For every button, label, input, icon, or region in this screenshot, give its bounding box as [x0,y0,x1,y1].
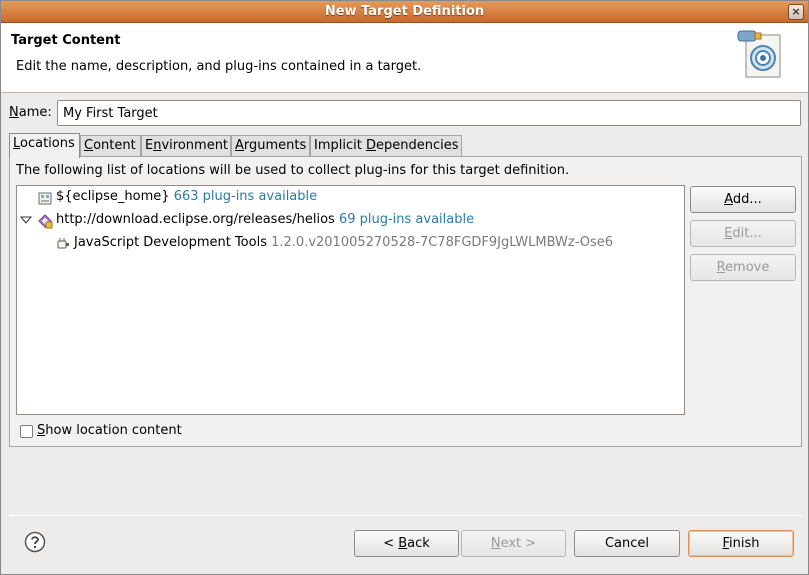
show-location-content-checkbox[interactable] [20,425,33,438]
tab-arguments[interactable]: Arguments [231,135,310,157]
page-description: Edit the name, description, and plug-ins… [16,59,422,74]
finish-button[interactable]: Finish [688,530,794,557]
feature-version: 1.2.0.v201005270528-7C78FGDF9JgLWLMBWz-O… [271,235,614,250]
close-icon[interactable]: × [788,4,804,20]
remove-button[interactable]: Remove [690,254,796,281]
tab-implicit-dependencies[interactable]: Implicit Dependencies [310,135,462,157]
cancel-button[interactable]: Cancel [574,530,680,557]
name-input[interactable] [57,100,801,126]
plugin-count: 663 plug-ins available [173,189,318,204]
expanded-triangle-icon[interactable] [20,214,32,226]
feature-plug-icon [57,238,69,249]
wizard-header: Target Content Edit the name, descriptio… [1,23,808,93]
location-label: http://download.eclipse.org/releases/hel… [56,212,335,227]
next-button[interactable]: Next > [461,530,566,557]
update-site-icon [38,214,53,229]
tab-content[interactable]: Content [80,135,141,157]
dialog-window: New Target Definition × Target Content E… [0,0,809,575]
target-definition-icon [737,30,781,78]
page-title: Target Content [11,33,121,48]
title-bar[interactable]: New Target Definition × [1,1,808,23]
back-button[interactable]: < Back [354,530,459,557]
add-button[interactable]: Add... [690,186,796,213]
tab-locations[interactable]: Locations [9,133,80,158]
locations-description: The following list of locations will be … [16,163,570,178]
tab-environment[interactable]: Environment [141,135,231,157]
location-label: ${eclipse_home} [56,189,170,204]
locations-tree[interactable]: ${eclipse_home} 663 plug-ins available h… [16,185,685,415]
footer-separator [9,515,802,516]
plugin-count: 69 plug-ins available [338,212,475,227]
show-location-content-label[interactable]: Show location content [37,423,182,438]
locations-panel: The following list of locations will be … [9,156,802,447]
help-icon[interactable] [24,531,46,553]
name-label: Name: [9,105,52,120]
feature-label: JavaScript Development Tools [74,235,267,250]
edit-button[interactable]: Edit... [690,220,796,247]
directory-container-icon [38,192,52,205]
window-title: New Target Definition [324,4,485,19]
